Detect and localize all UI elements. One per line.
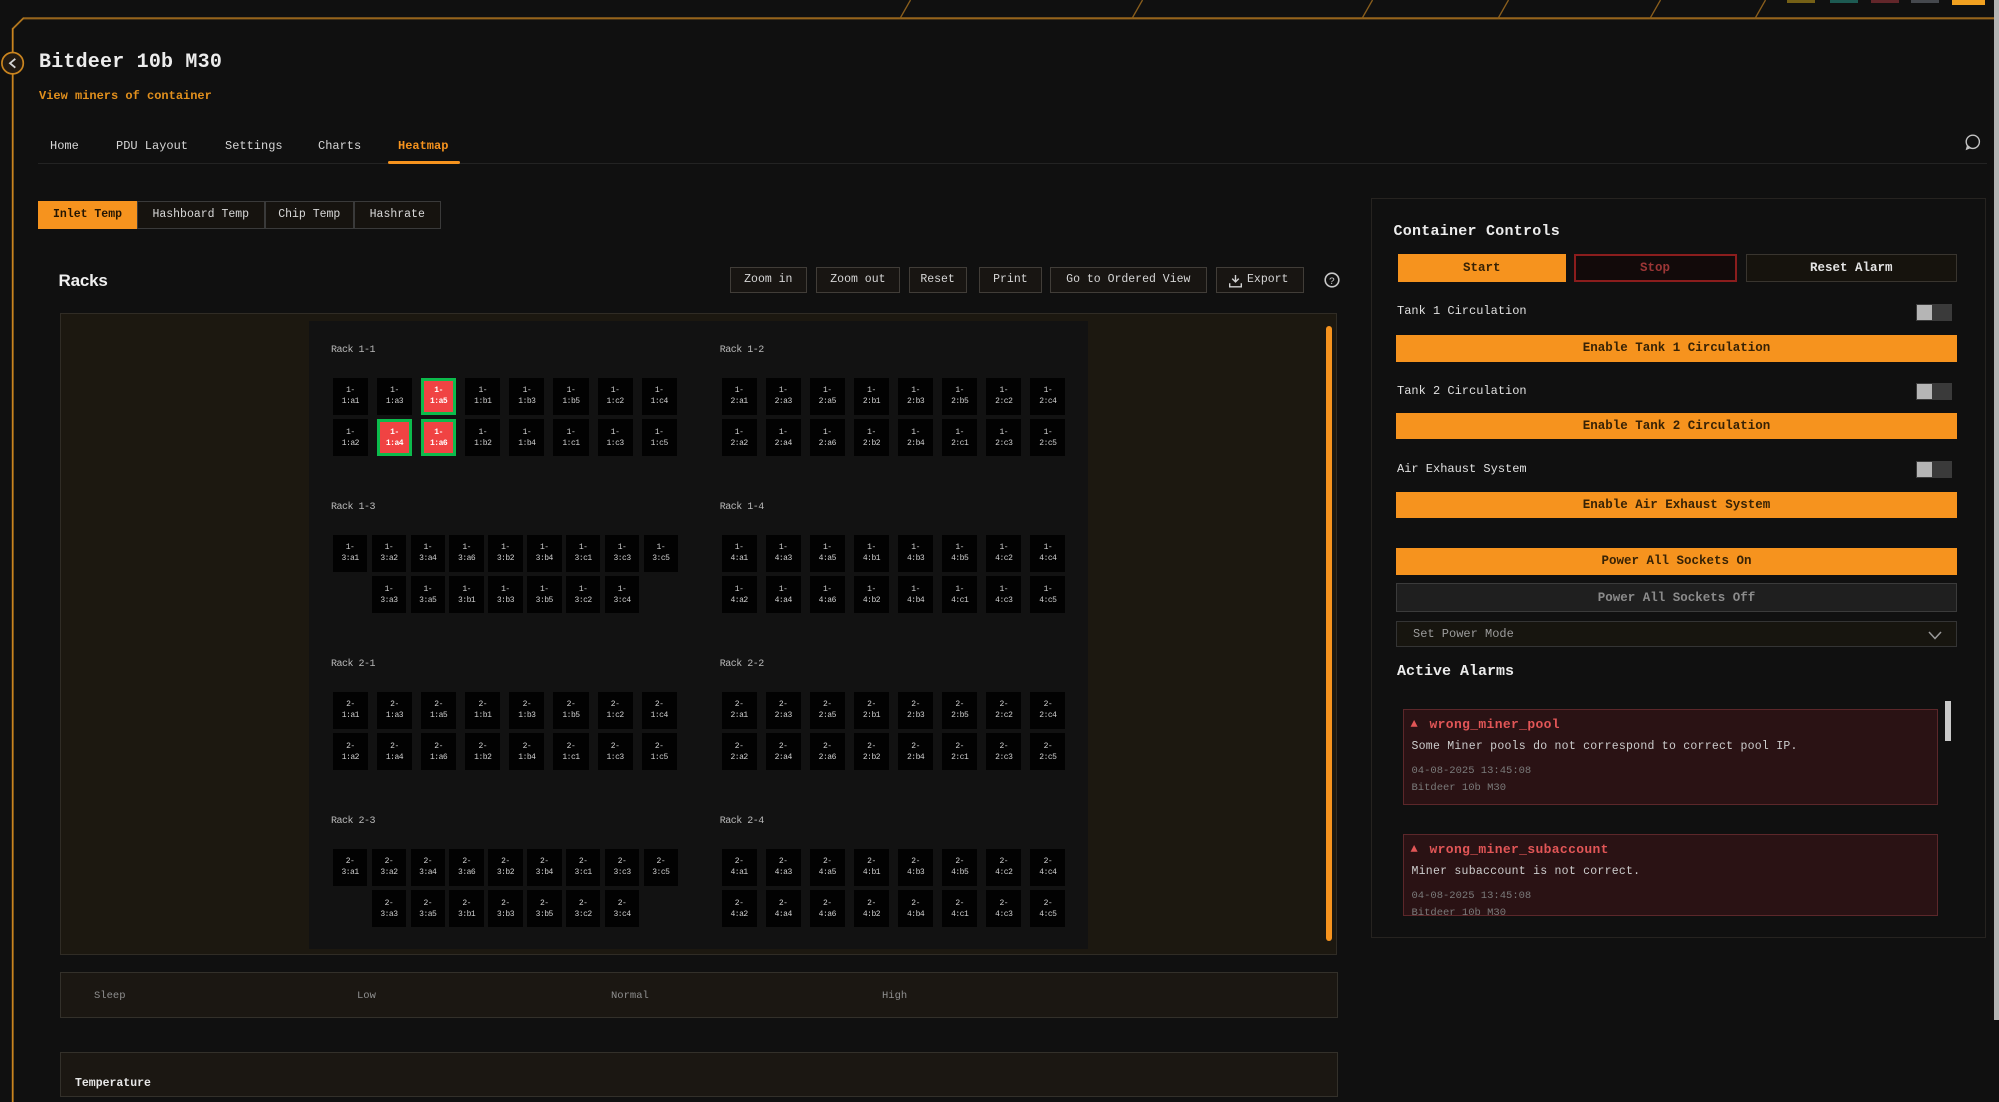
svg-text:?: ? xyxy=(1329,277,1335,288)
